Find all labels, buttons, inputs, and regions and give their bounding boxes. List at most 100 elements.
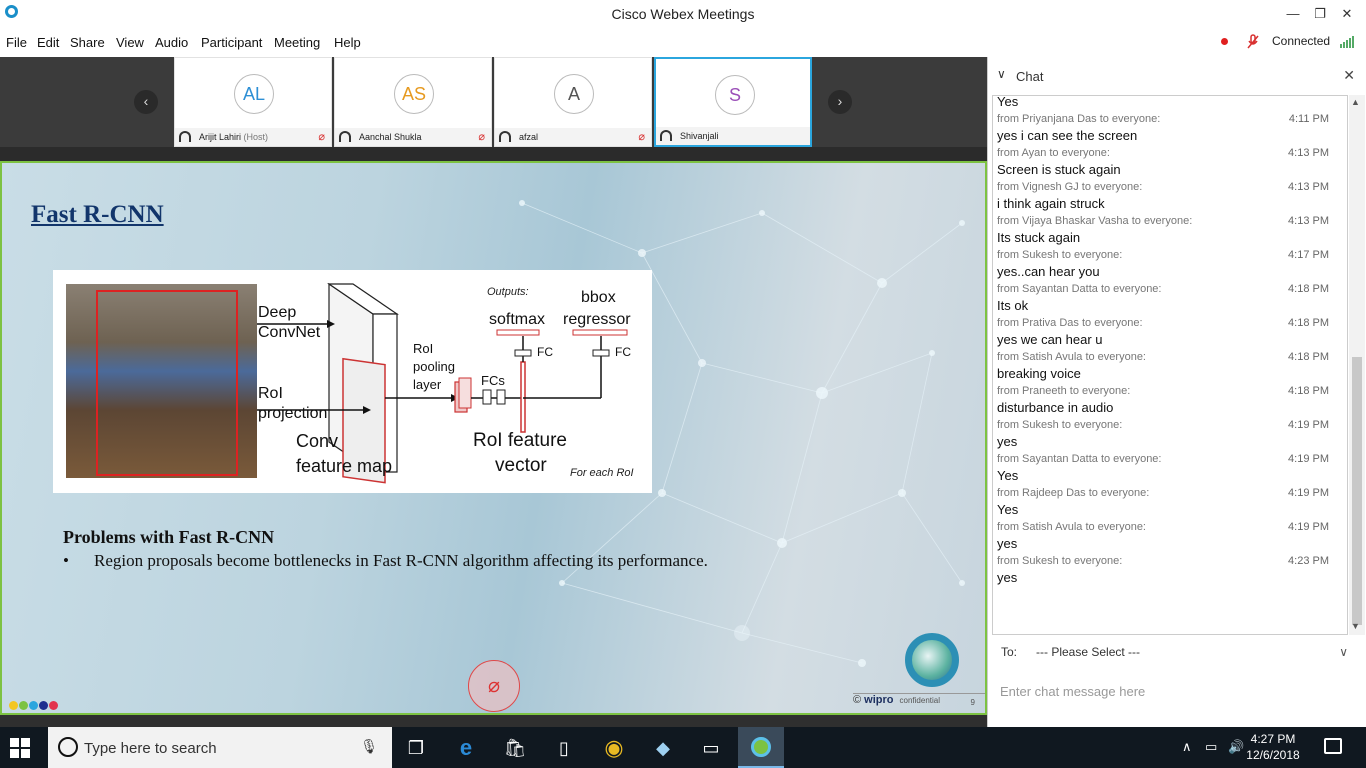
fig-label-vector: vector xyxy=(495,455,547,476)
scroll-down-icon[interactable]: ▼ xyxy=(1351,621,1360,631)
menu-edit[interactable]: Edit xyxy=(37,35,59,50)
task-view-icon[interactable]: ❐ xyxy=(398,734,434,762)
chevron-down-icon: ∨ xyxy=(1339,645,1348,659)
mic-muted-icon[interactable] xyxy=(1247,34,1259,50)
edge-browser-icon[interactable]: e xyxy=(448,734,484,762)
wipro-logo: wipro xyxy=(864,694,894,706)
participant-tile[interactable]: AS Aanchal Shukla ⌀ xyxy=(334,57,492,147)
chat-message-sender: from Ayan to everyone: 4:13 PM xyxy=(997,147,1337,162)
restore-button[interactable]: ❐ xyxy=(1307,4,1333,24)
chat-message-list[interactable]: Yes from Priyanjana Das to everyone: 4:11 … xyxy=(992,95,1348,635)
fig-label-fc-1: FC xyxy=(537,345,553,359)
fig-label-bbox: bbox xyxy=(581,289,616,306)
scroll-thumb[interactable] xyxy=(1352,357,1362,625)
taskbar-search-box[interactable]: Type here to search 🎙 xyxy=(48,727,392,768)
chrome-icon[interactable]: ◉ xyxy=(596,734,632,762)
chat-message-time: 4:23 PM xyxy=(1288,555,1329,567)
fig-label-projection: projection xyxy=(258,405,328,422)
webex-floating-logo-icon[interactable] xyxy=(905,633,959,687)
chat-message-time: 4:18 PM xyxy=(1288,351,1329,363)
chat-message-text: Screen is stuck again xyxy=(997,162,1121,177)
headset-icon xyxy=(339,131,351,142)
menu-view[interactable]: View xyxy=(116,35,144,50)
menu-meeting[interactable]: Meeting xyxy=(274,35,320,50)
chat-sender-name: from Praneeth to everyone: xyxy=(997,385,1131,397)
terminal-icon[interactable]: ▭ xyxy=(693,734,729,762)
fig-label-softmax: softmax xyxy=(489,311,546,328)
menu-file[interactable]: File xyxy=(6,35,27,50)
shared-content-area: Fast R-CNN Deep ConvNet RoI projection C… xyxy=(0,161,987,715)
fig-label-outputs: Outputs: xyxy=(487,286,529,298)
tile-footer: Shivanjali xyxy=(656,127,810,145)
volume-icon[interactable]: 🔊 xyxy=(1228,739,1244,755)
fig-label-roi-pooling-3: layer xyxy=(413,377,442,392)
chat-message-text: breaking voice xyxy=(997,366,1081,381)
taskbar-clock[interactable]: 4:27 PM 12/6/2018 xyxy=(1246,731,1300,763)
tile-footer: Arijit Lahiri (Host) ⌀ xyxy=(175,128,331,146)
chat-message-time: 4:18 PM xyxy=(1288,385,1329,397)
participant-tile[interactable]: A afzal ⌀ xyxy=(494,57,652,147)
confidential-label: confidential xyxy=(899,696,940,705)
chat-sender-name: from Prativa Das to everyone: xyxy=(997,317,1143,329)
signal-strength-icon xyxy=(1340,36,1354,48)
participant-name: Shivanjali xyxy=(680,131,719,141)
fig-label-roi: RoI xyxy=(258,385,283,402)
taskbar-search-placeholder: Type here to search xyxy=(84,740,217,757)
chat-sender-name: from Priyanjana Das to everyone: xyxy=(997,113,1161,125)
menu-help[interactable]: Help xyxy=(334,35,361,50)
close-window-button[interactable]: ✕ xyxy=(1334,4,1360,24)
participant-tile-active[interactable]: S Shivanjali xyxy=(654,57,812,147)
menu-audio[interactable]: Audio xyxy=(155,35,188,50)
chat-message-text: yes xyxy=(997,434,1018,449)
microphone-icon[interactable]: 🎙 xyxy=(360,738,378,755)
chat-message-input[interactable] xyxy=(1000,679,1352,703)
chat-message-time: 4:11 PM xyxy=(1288,113,1329,125)
chat-message-sender: from Sayantan Datta to everyone: 4:19 PM xyxy=(997,453,1337,468)
chat-scrollbar[interactable]: ▲ ▼ xyxy=(1349,95,1365,635)
chat-message-text: yes we can hear u xyxy=(997,332,1103,347)
windows-start-icon[interactable] xyxy=(10,738,30,758)
tray-expand-icon[interactable]: ∧ xyxy=(1182,739,1192,755)
clock-date: 12/6/2018 xyxy=(1246,748,1300,762)
network-icon[interactable]: ▭ xyxy=(1205,739,1217,755)
webex-taskbar-button[interactable] xyxy=(738,727,784,768)
fig-label-roi-pooling-1: RoI xyxy=(413,341,434,356)
chat-message-time: 4:19 PM xyxy=(1288,453,1329,465)
chat-message-time: 4:13 PM xyxy=(1288,181,1329,193)
chat-message-time: 4:18 PM xyxy=(1288,317,1329,329)
close-chat-icon[interactable]: ✕ xyxy=(1343,67,1355,84)
chat-message-sender: from Prativa Das to everyone: 4:18 PM xyxy=(997,317,1337,332)
chat-message-text: Yes xyxy=(997,468,1019,483)
headset-icon xyxy=(499,131,511,142)
recording-indicator-icon xyxy=(1221,38,1228,45)
tile-footer: Aanchal Shukla ⌀ xyxy=(335,128,491,146)
collapse-chevron-icon[interactable]: ∨ xyxy=(997,67,1006,81)
menu-share[interactable]: Share xyxy=(70,35,105,50)
store-icon[interactable]: 🛍 xyxy=(497,734,533,762)
participant-name: afzal xyxy=(519,132,539,142)
fast-rcnn-figure: Deep ConvNet RoI projection Conv feature… xyxy=(53,270,652,493)
avatar: AS xyxy=(394,74,434,114)
cortana-icon xyxy=(58,737,78,757)
floating-mute-button[interactable]: ⌀ xyxy=(468,660,520,712)
scroll-up-icon[interactable]: ▲ xyxy=(1351,97,1360,107)
chat-message-time: 4:13 PM xyxy=(1288,147,1329,159)
chat-header: ∨ Chat ✕ xyxy=(988,57,1366,95)
webex-window: Cisco Webex Meetings — ❐ ✕ File Edit Sha… xyxy=(0,0,1366,768)
notifications-icon[interactable] xyxy=(1324,738,1342,754)
chat-sender-name: from Sukesh to everyone: xyxy=(997,249,1123,261)
chat-sender-name: from Sukesh to everyone: xyxy=(997,419,1123,431)
chat-panel: ∨ Chat ✕ Yes from Priyanjana Das to every… xyxy=(987,57,1366,727)
chat-message-sender: from Sukesh to everyone: 4:17 PM xyxy=(997,249,1337,264)
strip-prev-button[interactable]: ‹ xyxy=(134,90,158,114)
menu-participant[interactable]: Participant xyxy=(201,35,262,50)
recipient-select[interactable]: --- Please Select --- ∨ xyxy=(1036,645,1352,659)
chat-message-sender: from Sayantan Datta to everyone: 4:18 PM xyxy=(997,283,1337,298)
slide-title: Fast R-CNN xyxy=(31,201,164,228)
app-icon[interactable]: ◆ xyxy=(645,734,681,762)
fig-label-fc-2: FC xyxy=(615,345,631,359)
participant-tile[interactable]: AL Arijit Lahiri (Host) ⌀ xyxy=(174,57,332,147)
minimize-button[interactable]: — xyxy=(1280,4,1306,24)
strip-next-button[interactable]: › xyxy=(828,90,852,114)
file-icon[interactable]: ▯ xyxy=(546,734,582,762)
